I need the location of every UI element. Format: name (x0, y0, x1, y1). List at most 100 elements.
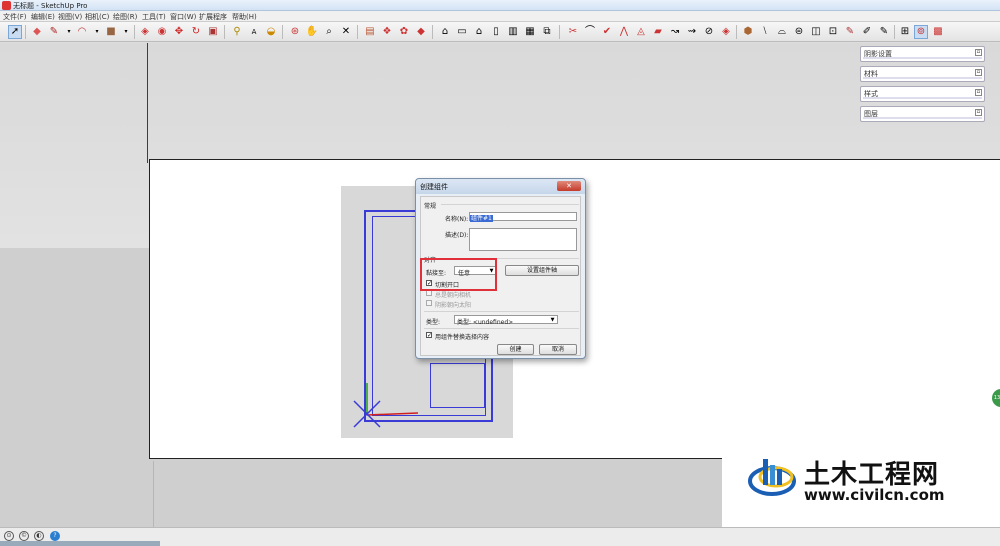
orbit-icon[interactable]: ⊛ (288, 25, 302, 39)
type-select[interactable]: 类型: <undefined> ▼ (454, 315, 558, 326)
move-icon[interactable]: ✥ (172, 25, 186, 39)
type-label: 类型: (426, 319, 441, 326)
arc-dropdown-icon[interactable]: ▾ (90, 25, 104, 39)
extension-warehouse-icon[interactable]: ⊞ (898, 25, 912, 39)
menu-tools[interactable]: 工具(T) (142, 12, 166, 22)
components-icon[interactable]: ❖ (380, 25, 394, 39)
axes-icon[interactable]: ⧵ (758, 25, 772, 39)
help-icon[interactable]: ? (50, 531, 60, 541)
menu-extensions[interactable]: 扩展程序 (199, 12, 227, 22)
create-button[interactable]: 创建 (497, 344, 534, 355)
scenes-icon[interactable]: ✐ (860, 25, 874, 39)
tray-materials[interactable]: 材料 ▫ (860, 66, 985, 82)
protractor-icon[interactable]: ⌓ (775, 25, 789, 39)
xray-icon[interactable]: ⧉ (540, 25, 554, 39)
menu-draw[interactable]: 绘图(R) (113, 12, 137, 22)
arc2-icon[interactable]: ⌒ (583, 25, 597, 39)
sketchup-app-icon (2, 1, 11, 10)
dimension-icon[interactable]: ⬢ (741, 25, 755, 39)
tray-shadow-settings[interactable]: 阴影设置 ▫ (860, 46, 985, 62)
eraser-icon[interactable]: ◆ (30, 25, 44, 39)
push-pull-icon[interactable]: ◈ (138, 25, 152, 39)
pan-icon[interactable]: ✋ (305, 25, 319, 39)
layers-icon[interactable]: ▰ (651, 25, 665, 39)
menu-file[interactable]: 文件(F) (3, 12, 27, 22)
position-camera-icon[interactable]: ⊡ (826, 25, 840, 39)
top-view-icon[interactable]: ▭ (455, 25, 469, 39)
arc-icon[interactable]: ◠ (75, 25, 89, 39)
menu-view[interactable]: 视图(V) (58, 12, 82, 22)
tray-collapse-icon[interactable]: ▫ (975, 109, 982, 116)
outliner-icon[interactable]: ✎ (877, 25, 891, 39)
divider (424, 311, 579, 312)
follow-me-icon[interactable]: ◉ (155, 25, 169, 39)
shadow-icon[interactable]: ⇝ (685, 25, 699, 39)
dialog-title: 创建组件 (420, 183, 448, 191)
user-icon[interactable]: ◐ (34, 531, 44, 541)
sandbox-icon[interactable]: ◬ (634, 25, 648, 39)
polygon-icon[interactable]: ✔ (600, 25, 614, 39)
name-field[interactable]: 组件#1 (469, 212, 577, 222)
geo-location-icon[interactable]: ⊙ (4, 531, 14, 541)
right-view-icon[interactable]: ▯ (489, 25, 503, 39)
text-icon[interactable]: A (247, 25, 261, 39)
main-toolbar: ➚ ◆ ✎ ▾ ◠ ▾ ■ ▾ ◈ ◉ ✥ ↻ ▣ ⚲ A ◒ ⊛ ✋ ⌕ ✕ … (0, 22, 1000, 42)
highlight-box (420, 258, 497, 291)
rotate-icon[interactable]: ↻ (189, 25, 203, 39)
tray-styles[interactable]: 样式 ▫ (860, 86, 985, 102)
menu-window[interactable]: 窗口(W) (170, 12, 196, 22)
replace-selection-checkbox[interactable]: ✓ (426, 332, 432, 339)
freehand-icon[interactable]: ⋀ (617, 25, 631, 39)
civilcn-logo-icon (748, 459, 796, 496)
offset-icon[interactable]: ▣ (206, 25, 220, 39)
toolbar-separator (894, 25, 895, 39)
pencil-icon[interactable]: ✎ (47, 25, 61, 39)
description-field[interactable] (469, 228, 577, 251)
iso-view-icon[interactable]: ⌂ (438, 25, 452, 39)
shadows-face-sun-label: 阴影朝向太阳 (435, 302, 472, 309)
tray-layers[interactable]: 图层 ▫ (860, 106, 985, 122)
rectangle-dropdown-icon[interactable]: ▾ (119, 25, 133, 39)
cancel-button[interactable]: 取消 (539, 344, 577, 355)
pencil-dropdown-icon[interactable]: ▾ (62, 25, 76, 39)
share-model-icon[interactable]: ⊚ (914, 25, 928, 39)
window-lower-pane[interactable] (430, 363, 485, 408)
menu-camera[interactable]: 相机(C) (85, 12, 109, 22)
rectangle-icon[interactable]: ■ (104, 25, 118, 39)
select-icon[interactable]: ➚ (8, 25, 22, 39)
extensions-icon[interactable]: ✿ (397, 25, 411, 39)
toolbar-separator (736, 25, 737, 39)
credits-icon[interactable]: © (19, 531, 29, 541)
zoom-extents-icon[interactable]: ✕ (339, 25, 353, 39)
menu-help[interactable]: 帮助(H) (232, 12, 257, 22)
ruby-console-icon[interactable]: ▩ (931, 25, 945, 39)
fog-icon[interactable]: ⊘ (702, 25, 716, 39)
tray-collapse-icon[interactable]: ▫ (975, 69, 982, 76)
watermark: 土木工程网 www.civilcn.com (722, 448, 1000, 531)
shadows-face-sun-checkbox[interactable] (426, 300, 432, 306)
warehouse-icon[interactable]: ▤ (363, 25, 377, 39)
tray-collapse-icon[interactable]: ▫ (975, 49, 982, 56)
section-icon[interactable]: ✂ (566, 25, 580, 39)
front-view-icon[interactable]: ⌂ (472, 25, 486, 39)
left-view-icon[interactable]: ▦ (523, 25, 537, 39)
always-face-camera-label: 总是朝向相机 (435, 292, 472, 299)
toolbar-separator (282, 25, 283, 39)
paint-icon[interactable]: ◒ (264, 25, 278, 39)
zoom-icon[interactable]: ⌕ (322, 25, 336, 39)
ruby-icon[interactable]: ◆ (414, 25, 428, 39)
set-component-axes-button[interactable]: 设置组件轴 (505, 265, 579, 276)
back-view-icon[interactable]: ▥ (506, 25, 520, 39)
match-photo-icon[interactable]: ◈ (719, 25, 733, 39)
menu-edit[interactable]: 编辑(E) (31, 12, 55, 22)
tray-collapse-icon[interactable]: ▫ (975, 89, 982, 96)
tape-icon[interactable]: ⚲ (230, 25, 244, 39)
styles-icon[interactable]: ↝ (668, 25, 682, 39)
materials-icon[interactable]: ✎ (843, 25, 857, 39)
description-label: 描述(D): (445, 232, 469, 239)
lookaround-icon[interactable]: ◫ (809, 25, 823, 39)
close-button[interactable]: ✕ (557, 181, 581, 191)
dialog-title-bar[interactable]: 创建组件 ✕ (416, 179, 585, 194)
tray-bar (863, 57, 982, 59)
walk-icon[interactable]: ⊜ (792, 25, 806, 39)
